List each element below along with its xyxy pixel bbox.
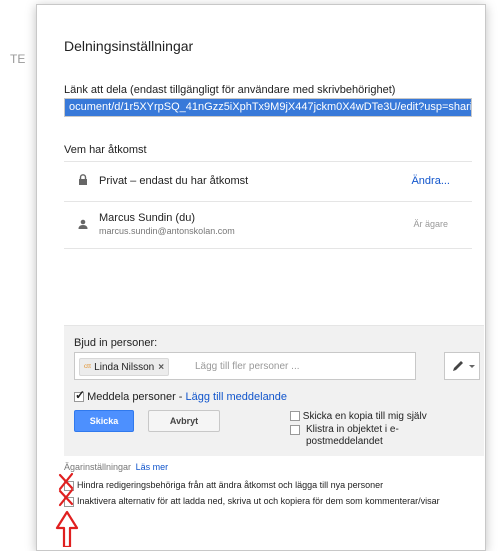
add-more-people-input[interactable] [195, 358, 405, 374]
invite-label: Bjud in personer: [74, 337, 158, 349]
access-section-label: Vem har åtkomst [64, 144, 147, 156]
share-link-field[interactable]: ocument/d/1r5XYrpSQ_41nGzz5iXphTx9M9jX44… [64, 98, 472, 117]
privacy-status-text: Privat – endast du har åtkomst [99, 175, 249, 187]
notify-people-label: Meddela personer - [87, 391, 183, 403]
access-row-owner: Marcus Sundin (du) marcus.sundin@antonsk… [64, 201, 472, 249]
owner-setting-row-1: Hindra redigeringsbehöriga från att ändr… [64, 480, 383, 491]
disable-download-checkbox[interactable] [64, 496, 74, 507]
paste-item-label: Klistra in objektet i e-postmeddelandet [306, 424, 399, 447]
share-link-label: Länk att dela (endast tillgängligt för a… [64, 84, 396, 96]
owner-email: marcus.sundin@antonskolan.com [99, 226, 235, 236]
permission-dropdown-button[interactable] [444, 352, 480, 380]
invite-people-field[interactable]: ᶜᵗᵗ Linda Nilsson × [74, 352, 416, 380]
notify-people-row: Meddela personer - Lägg till meddelande [74, 388, 288, 403]
background-title-fragment: TE [10, 52, 26, 66]
access-row-privacy: Privat – endast du har åtkomst Ändra... [64, 161, 472, 201]
owner-settings-label: Ägarinställningar [64, 462, 132, 472]
paste-item-option: Klistra in objektet i e-postmeddelandet [290, 424, 456, 448]
disable-download-label: Inaktivera alternativ för att ladda ned,… [77, 496, 440, 506]
prevent-editors-checkbox[interactable] [64, 480, 74, 491]
owner-settings-header: Ägarinställningar Läs mer [64, 462, 168, 472]
send-copy-option: Skicka en kopia till mig själv [290, 411, 427, 422]
person-icon [78, 218, 88, 232]
contact-icon: ᶜᵗᵗ [84, 362, 92, 372]
invite-panel: Bjud in personer: ᶜᵗᵗLinda Nilsson× Medd… [64, 325, 484, 456]
invitee-chip[interactable]: ᶜᵗᵗ Linda Nilsson × [79, 358, 170, 376]
owner-setting-row-2: Inaktivera alternativ för att ladda ned,… [64, 496, 440, 507]
add-message-link[interactable]: Lägg till meddelande [186, 391, 288, 403]
lock-icon [78, 174, 88, 188]
pencil-icon [453, 361, 475, 371]
dialog-title: Delningsinställningar [64, 38, 194, 54]
owner-name: Marcus Sundin (du) [99, 212, 195, 224]
send-copy-checkbox[interactable] [290, 411, 300, 422]
invitee-name: Linda Nilsson [94, 362, 155, 373]
paste-item-checkbox[interactable] [290, 425, 300, 435]
owner-role-label: Är ägare [413, 219, 448, 229]
send-button[interactable]: Skicka [74, 410, 134, 432]
learn-more-link[interactable]: Läs mer [136, 462, 169, 472]
send-copy-label: Skicka en kopia till mig själv [302, 411, 427, 422]
change-access-link[interactable]: Ändra... [411, 175, 450, 187]
notify-people-checkbox[interactable] [74, 388, 85, 403]
remove-invitee-button[interactable]: × [158, 362, 164, 373]
sharing-settings-dialog: Delningsinställningar Länk att dela (end… [36, 4, 486, 551]
share-link-value[interactable]: ocument/d/1r5XYrpSQ_41nGzz5iXphTx9M9jX44… [65, 99, 471, 116]
cancel-button[interactable]: Avbryt [148, 410, 220, 432]
prevent-editors-label: Hindra redigeringsbehöriga från att ändr… [77, 480, 384, 490]
